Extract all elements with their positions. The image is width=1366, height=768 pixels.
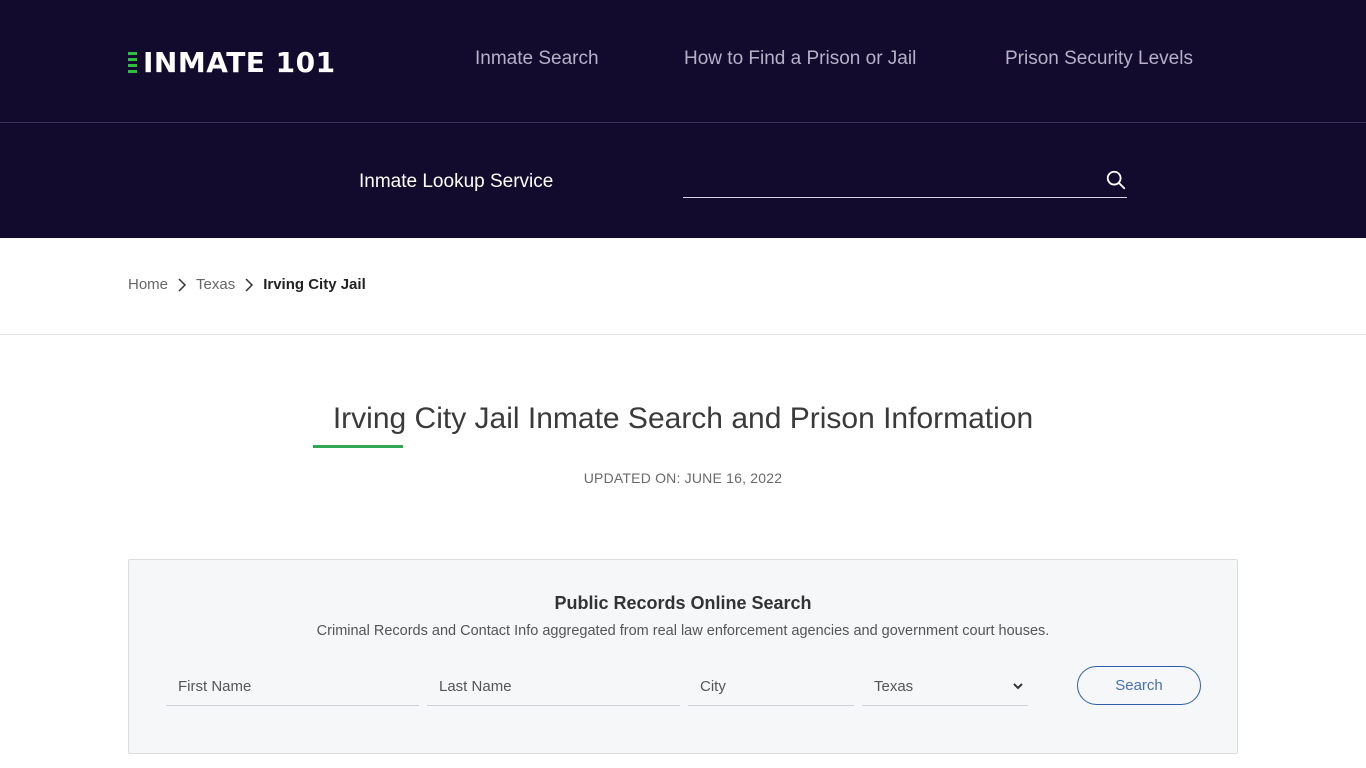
nav-how-to-find-prison[interactable]: How to Find a Prison or Jail — [684, 48, 916, 70]
lookup-search-field — [683, 163, 1127, 198]
breadcrumb-texas[interactable]: Texas — [196, 276, 235, 293]
lookup-label: Inmate Lookup Service — [359, 171, 554, 192]
breadcrumb-bar: Home Texas Irving City Jail — [0, 238, 1366, 335]
top-navigation-bar: INMATE 101 Inmate Search How to Find a P… — [0, 0, 1366, 123]
last-name-field — [427, 667, 680, 706]
city-field — [688, 667, 854, 706]
breadcrumb-current: Irving City Jail — [263, 276, 366, 293]
state-field: Texas — [862, 667, 1028, 706]
state-select[interactable]: Texas — [862, 667, 1028, 705]
search-icon[interactable] — [1105, 169, 1127, 191]
last-name-input[interactable] — [427, 667, 680, 705]
updated-date: UPDATED ON: JUNE 16, 2022 — [583, 470, 783, 486]
breadcrumb: Home Texas Irving City Jail — [128, 276, 366, 293]
public-records-search-card: Public Records Online Search Criminal Re… — [128, 559, 1238, 754]
lookup-search-input[interactable] — [683, 163, 1083, 197]
city-input[interactable] — [688, 667, 854, 705]
card-title: Public Records Online Search — [554, 593, 812, 613]
first-name-field — [166, 667, 419, 706]
card-subtitle: Criminal Records and Contact Info aggreg… — [316, 623, 1050, 639]
breadcrumb-home[interactable]: Home — [128, 276, 168, 293]
inmate-lookup-bar: Inmate Lookup Service — [0, 123, 1366, 238]
title-underline — [313, 445, 403, 448]
chevron-right-icon — [245, 277, 254, 292]
search-button[interactable]: Search — [1077, 666, 1201, 705]
page-title: Irving City Jail Inmate Search and Priso… — [332, 402, 1034, 435]
nav-inmate-search[interactable]: Inmate Search — [475, 48, 599, 70]
first-name-input[interactable] — [166, 667, 419, 705]
main-nav: Inmate Search How to Find a Prison or Ja… — [0, 48, 1366, 74]
nav-prison-security-levels[interactable]: Prison Security Levels — [1005, 48, 1193, 70]
chevron-right-icon — [178, 277, 187, 292]
